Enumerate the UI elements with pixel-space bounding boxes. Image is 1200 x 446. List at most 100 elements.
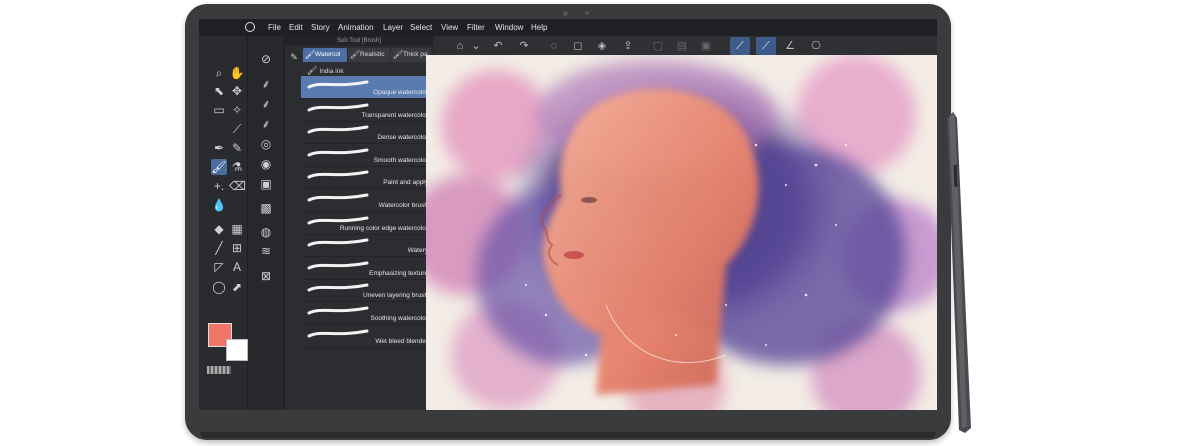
brush-item[interactable]: Soothing watercolor — [301, 302, 431, 325]
figure-icon[interactable]: ╱ — [211, 240, 227, 256]
brush-item[interactable]: Smooth watercolor — [301, 144, 431, 167]
brush-icon: 🖌 — [393, 50, 404, 59]
panel-menu-icon[interactable]: ✎ — [287, 49, 301, 63]
brush-item[interactable]: Watercolor brush — [301, 189, 431, 212]
airbrush-icon[interactable]: ⚗ — [229, 159, 245, 175]
menu-story[interactable]: Story — [311, 23, 330, 32]
brush-item[interactable]: Wet bleed blender — [301, 325, 431, 348]
tool-bar: ⌕ ✋ ⬉ ✥ ▭ ✧ ⟋ ✒ ✎ 🖌 ⚗ +. ⌫ 💧 ◆ ▦ ╱ ⊞ ◸ A… — [199, 36, 248, 410]
brush-item[interactable]: Transparent watercolor — [301, 99, 431, 122]
layer-stack-icon[interactable]: ≋ — [258, 243, 274, 259]
navigator-icon[interactable]: ⊠ — [258, 268, 274, 284]
material-2-icon[interactable]: ◉ — [258, 156, 274, 172]
brush-stroke-preview — [307, 193, 369, 202]
chevron-down-icon[interactable]: ⌄ — [470, 40, 482, 52]
transform-icon[interactable]: ⇪ — [622, 40, 634, 52]
menu-bar: File Edit Story Animation Layer Select V… — [199, 19, 937, 36]
material-icon[interactable]: ◎ — [258, 136, 274, 152]
brush-group-icon[interactable]: ⸙ — [258, 76, 274, 92]
brush-label: Soothing watercolor — [370, 315, 428, 322]
brush-label: Transparent watercolor — [361, 111, 428, 119]
pencil-icon[interactable]: ✎ — [229, 140, 245, 156]
drawing-canvas[interactable] — [426, 55, 937, 410]
select-all-icon[interactable]: ◌ — [548, 40, 560, 52]
eraser-icon[interactable]: ⌫ — [229, 178, 246, 194]
menu-select[interactable]: Select — [410, 23, 432, 32]
move-icon[interactable]: ✥ — [229, 83, 245, 99]
ruler-icon[interactable]: ∠ — [784, 40, 796, 52]
ruler-tool-icon[interactable]: ◸ — [211, 259, 227, 275]
settings-icon[interactable]: ⎔ — [810, 40, 822, 52]
tab-realistic[interactable]: 🖌 Realistic — [348, 48, 390, 62]
fill-tool-icon[interactable]: ◆ — [211, 221, 227, 237]
stabilization-icon[interactable]: ⌂ — [454, 40, 466, 52]
brush-item[interactable]: Running color edge watercolor — [301, 212, 431, 235]
undo-icon[interactable]: ↶ — [492, 40, 504, 52]
magic-wand-icon[interactable]: ✧ — [229, 102, 245, 118]
gradient-icon[interactable]: ▦ — [229, 221, 245, 237]
menu-view[interactable]: View — [441, 23, 458, 32]
sub-color-swatch[interactable] — [226, 339, 248, 361]
tab-india-ink[interactable]: 🖌 India ink — [307, 66, 344, 75]
brush-label: Uneven layering brush — [362, 292, 428, 300]
transparent-color-swatch[interactable] — [207, 366, 231, 374]
brush-icon: 🖌 — [305, 50, 316, 59]
material-4-icon[interactable]: ▩ — [258, 200, 274, 216]
brush-stroke-preview — [307, 329, 369, 338]
layer-mask-icon[interactable]: ▤ — [676, 40, 688, 52]
correct-line-icon[interactable]: ⬈ — [229, 279, 245, 295]
clear-icon[interactable]: ▣ — [700, 40, 712, 52]
brush-item[interactable]: Opaque watercolor — [301, 76, 431, 99]
eyedropper-icon[interactable]: ⟋ — [229, 121, 245, 137]
brush-item[interactable]: Dense watercolor — [301, 121, 431, 145]
menu-help[interactable]: Help — [531, 23, 547, 32]
fill-icon[interactable]: ◈ — [596, 40, 608, 52]
zoom-icon[interactable]: ⌕ — [211, 65, 227, 81]
brush-stroke-preview — [307, 170, 369, 179]
deselect-icon[interactable]: ◻ — [572, 40, 584, 52]
tab-label: Watercol — [315, 51, 341, 58]
sub-tool-groups: ⊘ ⸙ ⸙ ⸙ ◎ ◉ ▣ ▩ ◍ ≋ ⊠ — [248, 36, 285, 410]
text-icon[interactable]: A — [229, 259, 245, 275]
layers-icon[interactable]: ◍ — [258, 224, 274, 240]
brush-item[interactable]: Emphasizing texture — [301, 257, 431, 280]
frame-icon[interactable]: ⊞ — [229, 240, 245, 256]
front-camera — [563, 11, 568, 16]
hand-icon[interactable]: ✋ — [229, 65, 245, 81]
brush-label: Paint and apply — [383, 179, 428, 187]
brush-group-2-icon[interactable]: ⸙ — [258, 96, 274, 112]
brush-item[interactable]: Paint and apply — [301, 166, 431, 190]
decoration-icon[interactable]: +. — [211, 178, 227, 194]
menu-window[interactable]: Window — [495, 23, 523, 32]
brush-stroke-preview — [307, 148, 369, 157]
menu-filter[interactable]: Filter — [467, 23, 485, 32]
brush-item[interactable]: Uneven layering brush — [301, 279, 431, 303]
selection-icon[interactable]: ▭ — [211, 102, 227, 118]
layer-icon[interactable]: ▢ — [652, 40, 664, 52]
balloon-icon[interactable]: ◯ — [211, 279, 227, 295]
stylus-pen — [947, 112, 971, 433]
app-logo-icon[interactable] — [245, 22, 255, 32]
tab-watercolor[interactable]: 🖌 Watercol — [303, 48, 347, 62]
operation-icon[interactable]: ⬉ — [211, 83, 227, 99]
menu-layer[interactable]: Layer — [383, 23, 403, 32]
blend-icon[interactable]: 💧 — [211, 197, 227, 213]
pen-pressure-button[interactable]: ⟋ — [730, 37, 750, 55]
sub-tool-brush-panel: Sub Tool [Brush] ✎ 🖌 Watercol 🖌 Realistic … — [285, 36, 433, 410]
brush-group-3-icon[interactable]: ⸙ — [258, 116, 274, 132]
sub-tool-menu-icon[interactable]: ⊘ — [258, 51, 274, 67]
brush-tool-icon[interactable]: 🖌 — [211, 159, 227, 175]
tab-label: Thick pa — [403, 51, 428, 58]
brush-stroke-preview — [307, 80, 369, 89]
pen-icon[interactable]: ✒ — [211, 140, 227, 156]
brush-item[interactable]: Watery — [301, 234, 431, 258]
brush-label: Watercolor brush — [378, 202, 428, 209]
tab-thick-paint[interactable]: 🖌 Thick pa — [391, 48, 431, 62]
menu-file[interactable]: File — [268, 23, 281, 32]
material-3-icon[interactable]: ▣ — [258, 176, 274, 192]
redo-icon[interactable]: ↷ — [518, 40, 530, 52]
menu-edit[interactable]: Edit — [289, 23, 303, 32]
brush-stroke-preview — [307, 216, 369, 225]
menu-animation[interactable]: Animation — [338, 23, 374, 32]
pen-smoothing-button[interactable]: ⟋ — [756, 37, 776, 55]
